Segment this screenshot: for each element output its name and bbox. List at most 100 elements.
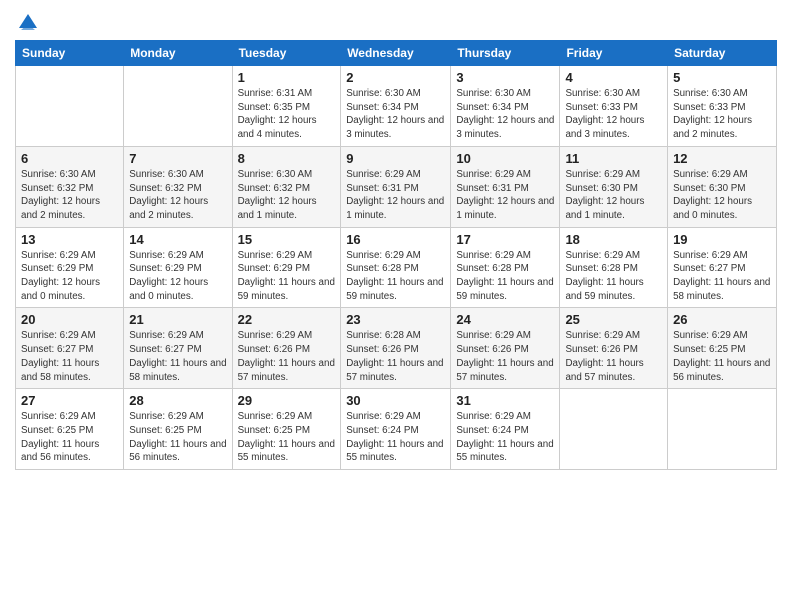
day-detail: Sunrise: 6:29 AMSunset: 6:25 PMDaylight:… [238,410,336,465]
calendar-header-row: SundayMondayTuesdayWednesdayThursdayFrid… [16,41,777,66]
day-detail: Sunrise: 6:29 AMSunset: 6:30 PMDaylight:… [673,168,771,223]
calendar-cell: 23 Sunrise: 6:28 AMSunset: 6:26 PMDayligh… [341,308,451,389]
calendar-cell: 4Sunrise: 6:30 AMSunset: 6:33 PMDaylight… [560,66,668,147]
calendar-cell: 3 Sunrise: 6:30 AMSunset: 6:34 PMDaylight… [451,66,560,147]
calendar-week-row: 20 Sunrise: 6:29 AMSunset: 6:27 PMDayligh… [16,308,777,389]
day-number: 2 [346,70,445,85]
day-number: 21 [129,312,226,327]
calendar-cell: 1 Sunrise: 6:31 AMSunset: 6:35 PMDaylight… [232,66,341,147]
day-detail: Sunrise: 6:29 AMSunset: 6:28 PMDaylight:… [565,249,662,304]
calendar-week-row: 13 Sunrise: 6:29 AMSunset: 6:29 PMDayligh… [16,227,777,308]
day-detail: Sunrise: 6:30 AMSunset: 6:32 PMDaylight:… [21,168,118,223]
calendar-cell: 28Sunrise: 6:29 AMSunset: 6:25 PMDayligh… [124,389,232,470]
calendar-cell: 22Sunrise: 6:29 AMSunset: 6:26 PMDayligh… [232,308,341,389]
calendar-cell: 7 Sunrise: 6:30 AMSunset: 6:32 PMDaylight… [124,146,232,227]
day-number: 27 [21,393,118,408]
day-number: 19 [673,232,771,247]
calendar-page: SundayMondayTuesdayWednesdayThursdayFrid… [0,0,792,612]
day-detail: Sunrise: 6:30 AMSunset: 6:32 PMDaylight:… [238,168,336,223]
day-number: 3 [456,70,554,85]
calendar-cell: 24Sunrise: 6:29 AMSunset: 6:26 PMDayligh… [451,308,560,389]
calendar-cell: 25 Sunrise: 6:29 AMSunset: 6:26 PMDayligh… [560,308,668,389]
calendar-cell: 12 Sunrise: 6:29 AMSunset: 6:30 PMDayligh… [668,146,777,227]
calendar-cell: 6Sunrise: 6:30 AMSunset: 6:32 PMDaylight… [16,146,124,227]
day-number: 17 [456,232,554,247]
day-detail: Sunrise: 6:29 AMSunset: 6:25 PMDaylight:… [21,410,118,465]
calendar-cell: 11Sunrise: 6:29 AMSunset: 6:30 PMDayligh… [560,146,668,227]
day-number: 30 [346,393,445,408]
day-number: 15 [238,232,336,247]
day-number: 31 [456,393,554,408]
calendar-cell [124,66,232,147]
day-detail: Sunrise: 6:29 AMSunset: 6:25 PMDaylight:… [129,410,226,465]
calendar-cell: 13 Sunrise: 6:29 AMSunset: 6:29 PMDayligh… [16,227,124,308]
day-number: 10 [456,151,554,166]
day-detail: Sunrise: 6:29 AMSunset: 6:24 PMDaylight:… [456,410,554,465]
calendar-cell: 26 Sunrise: 6:29 AMSunset: 6:25 PMDayligh… [668,308,777,389]
day-detail: Sunrise: 6:29 AMSunset: 6:28 PMDaylight:… [346,249,445,304]
calendar-header-cell: Sunday [16,41,124,66]
day-number: 5 [673,70,771,85]
day-detail: Sunrise: 6:29 AMSunset: 6:31 PMDaylight:… [456,168,554,223]
day-number: 14 [129,232,226,247]
day-detail: Sunrise: 6:30 AMSunset: 6:33 PMDaylight:… [565,87,662,142]
calendar-cell: 29Sunrise: 6:29 AMSunset: 6:25 PMDayligh… [232,389,341,470]
calendar-header-cell: Wednesday [341,41,451,66]
calendar-cell [668,389,777,470]
day-detail: Sunrise: 6:29 AMSunset: 6:26 PMDaylight:… [565,329,662,384]
day-detail: Sunrise: 6:30 AMSunset: 6:34 PMDaylight:… [456,87,554,142]
day-detail: Sunrise: 6:30 AMSunset: 6:32 PMDaylight:… [129,168,226,223]
day-number: 20 [21,312,118,327]
day-detail: Sunrise: 6:29 AMSunset: 6:29 PMDaylight:… [129,249,226,304]
day-detail: Sunrise: 6:29 AMSunset: 6:25 PMDaylight:… [673,329,771,384]
day-detail: Sunrise: 6:29 AMSunset: 6:27 PMDaylight:… [21,329,118,384]
calendar-cell: 18 Sunrise: 6:29 AMSunset: 6:28 PMDayligh… [560,227,668,308]
logo-icon [17,10,39,32]
calendar-header-cell: Tuesday [232,41,341,66]
calendar-header-cell: Friday [560,41,668,66]
day-number: 25 [565,312,662,327]
calendar-cell: 10 Sunrise: 6:29 AMSunset: 6:31 PMDayligh… [451,146,560,227]
calendar-cell: 16 Sunrise: 6:29 AMSunset: 6:28 PMDayligh… [341,227,451,308]
day-detail: Sunrise: 6:30 AMSunset: 6:33 PMDaylight:… [673,87,771,142]
calendar-header-cell: Monday [124,41,232,66]
day-number: 13 [21,232,118,247]
calendar-cell: 15 Sunrise: 6:29 AMSunset: 6:29 PMDayligh… [232,227,341,308]
calendar-cell: 2 Sunrise: 6:30 AMSunset: 6:34 PMDaylight… [341,66,451,147]
calendar-cell: 8 Sunrise: 6:30 AMSunset: 6:32 PMDaylight… [232,146,341,227]
calendar-cell: 31 Sunrise: 6:29 AMSunset: 6:24 PMDayligh… [451,389,560,470]
day-detail: Sunrise: 6:29 AMSunset: 6:28 PMDaylight:… [456,249,554,304]
day-detail: Sunrise: 6:29 AMSunset: 6:27 PMDaylight:… [129,329,226,384]
calendar-cell: 14 Sunrise: 6:29 AMSunset: 6:29 PMDayligh… [124,227,232,308]
day-number: 26 [673,312,771,327]
day-detail: Sunrise: 6:29 AMSunset: 6:27 PMDaylight:… [673,249,771,304]
day-detail: Sunrise: 6:28 AMSunset: 6:26 PMDaylight:… [346,329,445,384]
day-detail: Sunrise: 6:29 AMSunset: 6:29 PMDaylight:… [21,249,118,304]
calendar-cell: 5 Sunrise: 6:30 AMSunset: 6:33 PMDaylight… [668,66,777,147]
day-number: 8 [238,151,336,166]
calendar-cell: 17 Sunrise: 6:29 AMSunset: 6:28 PMDayligh… [451,227,560,308]
calendar-cell: 9Sunrise: 6:29 AMSunset: 6:31 PMDaylight… [341,146,451,227]
calendar-cell [16,66,124,147]
calendar-week-row: 1 Sunrise: 6:31 AMSunset: 6:35 PMDaylight… [16,66,777,147]
day-detail: Sunrise: 6:31 AMSunset: 6:35 PMDaylight:… [238,87,336,142]
calendar-header-cell: Thursday [451,41,560,66]
page-header [15,10,777,32]
calendar-header-cell: Saturday [668,41,777,66]
day-number: 7 [129,151,226,166]
day-number: 12 [673,151,771,166]
day-number: 1 [238,70,336,85]
calendar-cell: 21 Sunrise: 6:29 AMSunset: 6:27 PMDayligh… [124,308,232,389]
day-detail: Sunrise: 6:29 AMSunset: 6:29 PMDaylight:… [238,249,336,304]
day-number: 23 [346,312,445,327]
day-number: 18 [565,232,662,247]
calendar-cell: 30 Sunrise: 6:29 AMSunset: 6:24 PMDayligh… [341,389,451,470]
calendar-week-row: 27 Sunrise: 6:29 AMSunset: 6:25 PMDayligh… [16,389,777,470]
day-detail: Sunrise: 6:30 AMSunset: 6:34 PMDaylight:… [346,87,445,142]
day-number: 16 [346,232,445,247]
day-detail: Sunrise: 6:29 AMSunset: 6:24 PMDaylight:… [346,410,445,465]
day-detail: Sunrise: 6:29 AMSunset: 6:26 PMDaylight:… [456,329,554,384]
day-number: 9 [346,151,445,166]
day-number: 11 [565,151,662,166]
calendar-body: 1 Sunrise: 6:31 AMSunset: 6:35 PMDaylight… [16,66,777,470]
